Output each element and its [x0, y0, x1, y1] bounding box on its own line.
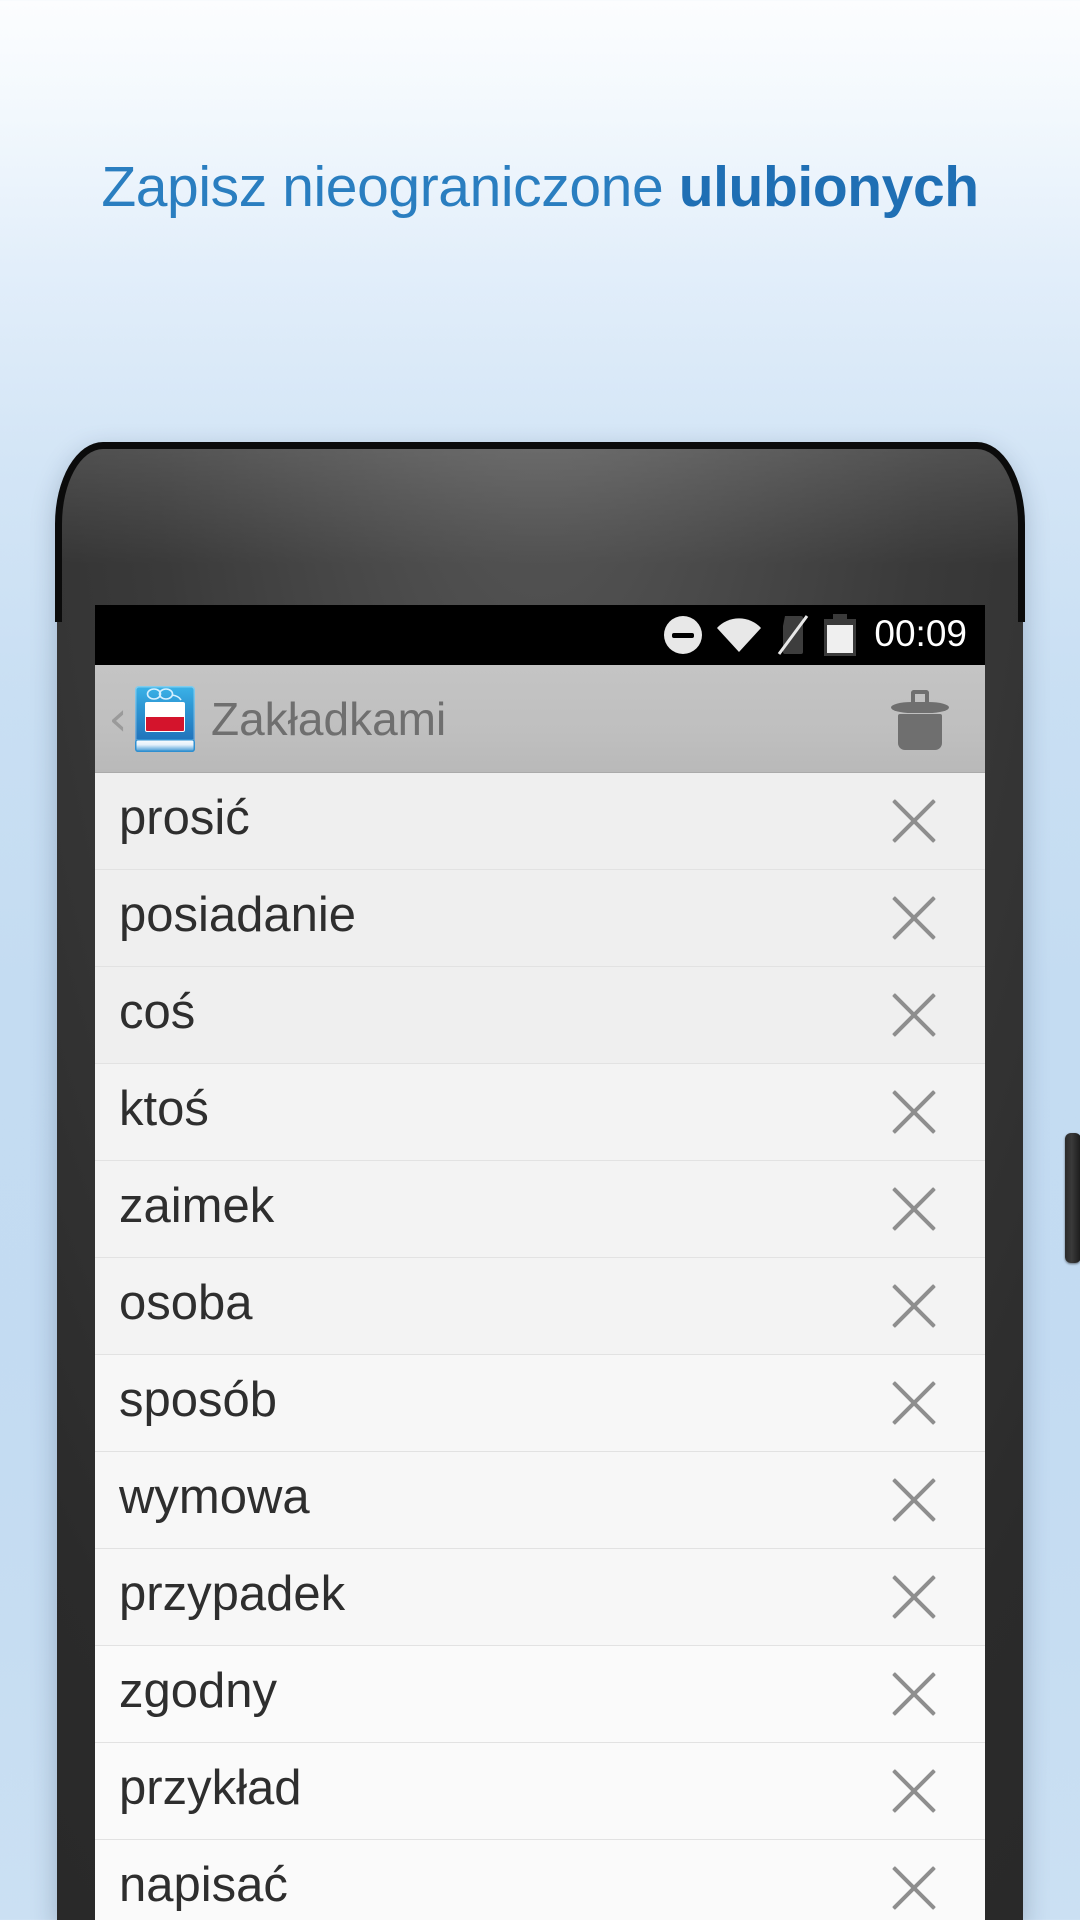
close-x-icon[interactable] [887, 988, 941, 1042]
close-x-icon[interactable] [887, 1182, 941, 1236]
close-x-icon[interactable] [887, 1667, 941, 1721]
bookmark-word: coś [119, 984, 196, 1039]
table-row[interactable]: zaimek [95, 1161, 985, 1258]
bookmark-word: posiadanie [119, 887, 357, 942]
bookmark-word: przykład [119, 1760, 302, 1815]
promo-headline-bold: ulubionych [678, 155, 979, 219]
table-row[interactable]: coś [95, 967, 985, 1064]
close-x-icon[interactable] [887, 1570, 941, 1624]
status-bar-clock: 00:09 [874, 613, 967, 654]
close-x-icon[interactable] [887, 1764, 941, 1818]
android-status-bar: 00:09 [95, 605, 985, 665]
power-button[interactable] [1065, 1133, 1080, 1263]
bookmark-word: zgodny [119, 1663, 278, 1718]
bookmark-word: napisać [119, 1857, 288, 1912]
table-row[interactable]: osoba [95, 1258, 985, 1355]
close-x-icon[interactable] [887, 1376, 941, 1430]
page-title: Zakładkami [211, 692, 447, 745]
table-row[interactable]: przykład [95, 1743, 985, 1840]
trash-icon[interactable] [891, 688, 949, 750]
bookmark-word: sposób [119, 1372, 278, 1427]
close-x-icon[interactable] [887, 1473, 941, 1527]
bookmark-word: wymowa [119, 1469, 310, 1524]
table-row[interactable]: zgodny [95, 1646, 985, 1743]
table-row[interactable]: posiadanie [95, 870, 985, 967]
bookmark-word: przypadek [119, 1566, 346, 1621]
close-x-icon[interactable] [887, 1279, 941, 1333]
close-x-icon[interactable] [887, 1861, 941, 1915]
phone-screen: 00:09 ‹ Zakładkami prosić posiadanie coś kt… [95, 605, 985, 1920]
battery-icon [824, 614, 857, 656]
no-sim-icon [776, 615, 810, 655]
close-x-icon[interactable] [887, 794, 941, 848]
polish-dictionary-book-icon[interactable] [135, 685, 195, 752]
bookmark-word: ktoś [119, 1081, 209, 1136]
promo-headline-normal: Zapisz nieograniczone [101, 155, 679, 219]
bookmark-word: zaimek [119, 1178, 275, 1233]
bookmark-word: prosić [119, 790, 250, 845]
phone-shell-gloss [57, 445, 1023, 565]
table-row[interactable]: ktoś [95, 1064, 985, 1161]
table-row[interactable]: prosić [95, 773, 985, 870]
close-x-icon[interactable] [887, 1085, 941, 1139]
back-chevron-icon[interactable]: ‹ [103, 695, 133, 743]
wifi-icon [716, 618, 762, 652]
do-not-disturb-icon [664, 616, 703, 654]
table-row[interactable]: wymowa [95, 1452, 985, 1549]
bookmark-list[interactable]: prosić posiadanie coś ktoś zaimek osoba sposób… [95, 773, 985, 1920]
app-action-bar: ‹ Zakładkami [95, 665, 985, 773]
table-row[interactable]: sposób [95, 1355, 985, 1452]
promo-headline: Zapisz nieograniczone ulubionych [0, 155, 1080, 221]
bookmark-word: osoba [119, 1275, 253, 1330]
table-row[interactable]: przypadek [95, 1549, 985, 1646]
table-row[interactable]: napisać [95, 1840, 985, 1920]
close-x-icon[interactable] [887, 891, 941, 945]
